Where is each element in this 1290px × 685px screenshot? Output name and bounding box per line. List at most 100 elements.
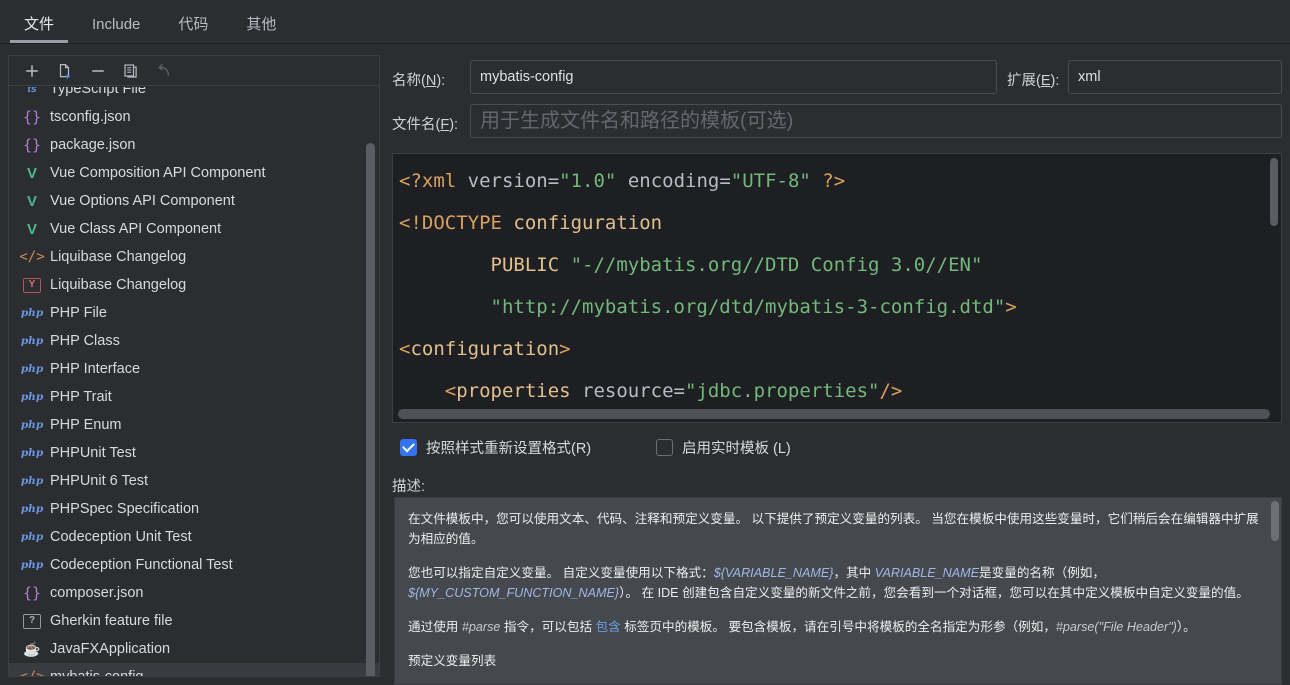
list-item-label: Vue Class API Component: [50, 221, 221, 237]
list-item-label: Gherkin feature file: [50, 613, 173, 629]
description-paragraph-variables: 您也可以指定自定义变量。 自定义变量使用以下格式：${VARIABLE_NAME…: [408, 563, 1265, 603]
list-item-label: PHP Trait: [50, 389, 112, 405]
php-icon: php: [23, 500, 41, 518]
php-icon: php: [23, 444, 41, 462]
plus-icon[interactable]: [19, 59, 45, 83]
vue-icon: V: [23, 220, 41, 238]
undo-icon: [151, 59, 177, 83]
include-link[interactable]: 包含: [596, 620, 621, 634]
code-line: <?xml version="1.0" encoding="UTF-8" ?>: [399, 160, 1017, 202]
list-item-label: Vue Composition API Component: [50, 165, 265, 181]
list-item[interactable]: php PHPSpec Specification: [9, 495, 380, 523]
tab-files[interactable]: 文件: [10, 17, 68, 43]
tab-bar: 文件 Include 代码 其他: [0, 0, 1290, 44]
list-item[interactable]: ☕ JavaFXApplication: [9, 635, 380, 663]
reformat-checkbox-box[interactable]: [400, 439, 417, 456]
description-paragraph-varlist: 预定义变量列表: [408, 651, 1265, 671]
code-content: <?xml version="1.0" encoding="UTF-8" ?><…: [399, 160, 1017, 412]
code-line: PUBLIC "-//mybatis.org//DTD Config 3.0//…: [399, 244, 1017, 286]
tab-other[interactable]: 其他: [232, 17, 290, 43]
live-template-checkbox-box[interactable]: [656, 439, 673, 456]
extension-input[interactable]: [1068, 60, 1282, 94]
list-item[interactable]: php Codeception Functional Test: [9, 551, 380, 579]
list-scrollbar[interactable]: [368, 87, 377, 677]
description-content: 在文件模板中，您可以使用文本、代码、注释和预定义变量。 以下提供了预定义变量的列…: [395, 498, 1281, 671]
php-icon: php: [23, 388, 41, 406]
minus-icon[interactable]: [85, 59, 111, 83]
list-item[interactable]: {}tsconfig.json: [9, 103, 380, 131]
editor-horizontal-scrollbar[interactable]: [398, 409, 1270, 419]
list-item-label: PHPSpec Specification: [50, 501, 199, 517]
list-item-label: PHP Interface: [50, 361, 140, 377]
tab-code[interactable]: 代码: [164, 17, 222, 43]
file-template-list[interactable]: ts TypeScript File {}tsconfig.json{}packag…: [9, 87, 380, 677]
php-icon: php: [23, 360, 41, 378]
code-line: <configuration>: [399, 328, 1017, 370]
php-icon: php: [23, 332, 41, 350]
description-paragraph-parse: 通过使用 #parse 指令，可以包括 包含 标签页中的模板。 要包含模板，请在…: [408, 617, 1265, 637]
vue-icon: V: [23, 192, 41, 210]
list-item[interactable]: php PHPUnit 6 Test: [9, 467, 380, 495]
xml-code-icon: </>: [23, 248, 41, 266]
filename-input[interactable]: [470, 104, 1282, 138]
live-template-checkbox-label: 启用实时模板 (L): [682, 437, 791, 458]
json-icon: {}: [23, 584, 41, 602]
php-icon: php: [23, 416, 41, 434]
list-item[interactable]: phpPHP File: [9, 299, 380, 327]
list-item[interactable]: {}package.json: [9, 131, 380, 159]
list-item-label: mybatis-config: [50, 669, 143, 677]
php-icon: php: [23, 472, 41, 490]
copy-icon[interactable]: [118, 59, 144, 83]
live-template-checkbox[interactable]: 启用实时模板 (L): [656, 437, 791, 458]
java-icon: ☕: [23, 640, 41, 658]
list-item[interactable]: phpCodeception Unit Test: [9, 523, 380, 551]
name-label: 名称(N):: [392, 69, 445, 90]
list-item-label: PHPUnit Test: [50, 445, 136, 461]
filename-row: 文件名(F):: [392, 104, 1282, 140]
code-line: "http://mybatis.org/dtd/mybatis-3-config…: [399, 286, 1017, 328]
name-row: 名称(N): 扩展(E):: [392, 60, 1282, 96]
json-icon: {}: [23, 108, 41, 126]
xml-code-icon: </>: [23, 668, 41, 677]
name-input[interactable]: [470, 60, 997, 94]
list-item-label: TypeScript File: [50, 87, 146, 97]
template-editor-panel: 名称(N): 扩展(E): 文件名(F): <?xml version="1.0…: [392, 55, 1282, 685]
list-item[interactable]: V Vue Class API Component: [9, 215, 380, 243]
list-item[interactable]: php PHP Class: [9, 327, 380, 355]
list-scrollbar-thumb[interactable]: [366, 143, 375, 677]
reformat-checkbox[interactable]: 按照样式重新设置格式(R): [400, 437, 1290, 458]
template-code-editor[interactable]: <?xml version="1.0" encoding="UTF-8" ?><…: [392, 153, 1282, 423]
typescript-icon: ts: [23, 87, 41, 98]
list-item[interactable]: php PHPUnit Test: [9, 439, 380, 467]
php-icon: php: [23, 556, 41, 574]
list-item[interactable]: php PHP Enum: [9, 411, 380, 439]
json-icon: {}: [23, 136, 41, 154]
list-item[interactable]: {}composer.json: [9, 579, 380, 607]
filename-label: 文件名(F):: [392, 113, 458, 134]
list-item-label: PHP Class: [50, 333, 120, 349]
list-item[interactable]: ?Gherkin feature file: [9, 607, 380, 635]
description-paragraph: 在文件模板中，您可以使用文本、代码、注释和预定义变量。 以下提供了预定义变量的列…: [408, 509, 1265, 549]
list-toolbar: [9, 56, 379, 86]
editor-vertical-scrollbar[interactable]: [1270, 158, 1278, 226]
list-item[interactable]: php PHP Interface: [9, 355, 380, 383]
description-scrollbar[interactable]: [1271, 501, 1279, 541]
list-item-label: JavaFXApplication: [50, 641, 170, 657]
new-file-icon[interactable]: [52, 59, 78, 83]
list-item-label: PHP Enum: [50, 417, 121, 433]
description-panel[interactable]: 在文件模板中，您可以使用文本、代码、注释和预定义变量。 以下提供了预定义变量的列…: [394, 497, 1282, 685]
list-item-label: PHP File: [50, 305, 107, 321]
tab-include[interactable]: Include: [78, 17, 154, 43]
list-item-selected[interactable]: </> mybatis-config: [9, 663, 380, 677]
list-item[interactable]: ts TypeScript File: [9, 87, 380, 103]
list-item[interactable]: YLiquibase Changelog: [9, 271, 380, 299]
code-line: <!DOCTYPE configuration: [399, 202, 1017, 244]
code-line: <properties resource="jdbc.properties"/>: [399, 370, 1017, 412]
list-item-label: Codeception Functional Test: [50, 557, 233, 573]
list-item[interactable]: VVue Composition API Component: [9, 159, 380, 187]
list-item-label: PHPUnit 6 Test: [50, 473, 148, 489]
list-item[interactable]: php PHP Trait: [9, 383, 380, 411]
list-item[interactable]: VVue Options API Component: [9, 187, 380, 215]
list-item[interactable]: </>Liquibase Changelog: [9, 243, 380, 271]
php-icon: php: [23, 528, 41, 546]
